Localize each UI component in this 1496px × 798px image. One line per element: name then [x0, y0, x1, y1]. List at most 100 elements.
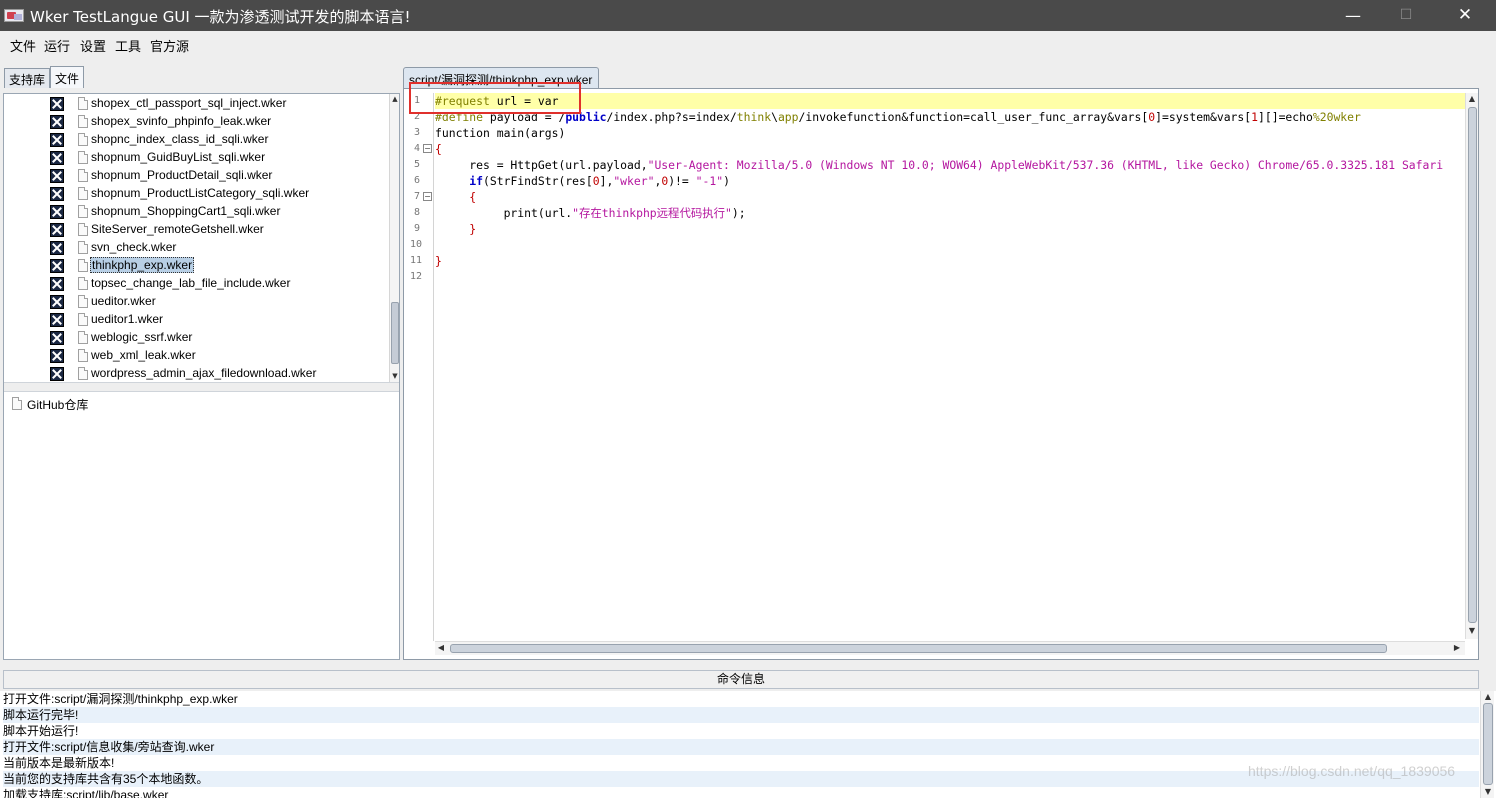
checkbox-checked-icon[interactable]	[50, 259, 64, 273]
menu-official-source[interactable]: 官方源	[150, 36, 189, 55]
tree-item[interactable]: svn_check.wker	[4, 239, 389, 257]
scroll-down-icon[interactable]: ▼	[1482, 786, 1494, 798]
tree-item-label[interactable]: thinkphp_exp.wker	[90, 257, 195, 273]
window-title: Wker TestLangue GUI 一款为渗透测试开发的脚本语言!	[30, 8, 411, 26]
file-icon	[78, 133, 88, 146]
scroll-up-icon[interactable]: ▲	[1466, 93, 1478, 105]
log-line: 脚本开始运行!	[3, 724, 79, 738]
tree-item-selected[interactable]: thinkphp_exp.wker	[4, 257, 389, 275]
tree-item[interactable]: shopnum_GuidBuyList_sqli.wker	[4, 149, 389, 167]
tree-item-label[interactable]: shopnum_ShoppingCart1_sqli.wker	[90, 204, 281, 218]
scroll-up-icon[interactable]: ▲	[390, 94, 399, 104]
checkbox-checked-icon[interactable]	[50, 223, 64, 237]
code-text: ][]=echo	[1258, 110, 1313, 124]
tree-item-label[interactable]: shopex_svinfo_phpinfo_leak.wker	[90, 114, 272, 128]
scroll-down-icon[interactable]: ▼	[390, 371, 399, 381]
editor-horizontal-scrollbar[interactable]: ◀ ▶	[435, 641, 1465, 655]
tree-item-label[interactable]: ueditor1.wker	[90, 312, 164, 326]
tab-support-library[interactable]: 支持库	[4, 68, 51, 88]
scroll-down-icon[interactable]: ▼	[1466, 625, 1478, 637]
editor-hscroll-thumb[interactable]	[450, 644, 1387, 653]
code-keyword: if	[469, 174, 484, 188]
code-text: /index.php?s=index/	[606, 110, 737, 124]
code-line-5: res = HttpGet(url.payload,"User-Agent: M…	[435, 157, 1443, 173]
tree-item[interactable]: topsec_change_lab_file_include.wker	[4, 275, 389, 293]
code-text: print(url.	[435, 206, 573, 220]
tree-item[interactable]: weblogic_ssrf.wker	[4, 329, 389, 347]
tree-item[interactable]: shopnc_index_class_id_sqli.wker	[4, 131, 389, 149]
tree-item-label[interactable]: shopnum_GuidBuyList_sqli.wker	[90, 150, 266, 164]
close-button[interactable]: ✕	[1442, 0, 1488, 31]
console-scroll-thumb[interactable]	[1483, 703, 1493, 785]
checkbox-checked-icon[interactable]	[50, 295, 64, 309]
checkbox-checked-icon[interactable]	[50, 241, 64, 255]
checkbox-checked-icon[interactable]	[50, 205, 64, 219]
code-area[interactable]: #request url = var #define payload = /pu…	[435, 93, 1466, 641]
tree-item-label[interactable]: shopex_ctl_passport_sql_inject.wker	[90, 96, 287, 110]
menu-tools[interactable]: 工具	[115, 36, 141, 55]
github-repo-label[interactable]: GitHub仓库	[27, 396, 88, 413]
split-divider[interactable]	[4, 382, 399, 392]
code-string: "存在thinkphp远程代码执行"	[572, 206, 732, 220]
tab-files[interactable]: 文件	[50, 66, 85, 88]
tree-item[interactable]: shopnum_ShoppingCart1_sqli.wker	[4, 203, 389, 221]
tree-item-label[interactable]: shopnum_ProductDetail_sqli.wker	[90, 168, 273, 182]
tree-scroll-thumb[interactable]	[391, 302, 399, 364]
editor-scroll-thumb[interactable]	[1468, 107, 1477, 623]
tree-item[interactable]: web_xml_leak.wker	[4, 347, 389, 365]
tree-item[interactable]: shopnum_ProductDetail_sqli.wker	[4, 167, 389, 185]
file-tree-panel: shopex_ctl_passport_sql_inject.wker shop…	[3, 93, 400, 660]
tree-item-label[interactable]: topsec_change_lab_file_include.wker	[90, 276, 291, 290]
checkbox-checked-icon[interactable]	[50, 349, 64, 363]
checkbox-checked-icon[interactable]	[50, 331, 64, 345]
tree-item[interactable]: SiteServer_remoteGetshell.wker	[4, 221, 389, 239]
file-icon	[78, 349, 88, 362]
file-icon	[78, 151, 88, 164]
tree-item-label[interactable]: web_xml_leak.wker	[90, 348, 197, 362]
minimize-button[interactable]: —	[1330, 0, 1376, 31]
tree-item[interactable]: ueditor.wker	[4, 293, 389, 311]
tree-item[interactable]: shopex_svinfo_phpinfo_leak.wker	[4, 113, 389, 131]
scroll-up-icon[interactable]: ▲	[1482, 691, 1494, 703]
line-number: 10	[410, 239, 423, 250]
tree-item-label[interactable]: SiteServer_remoteGetshell.wker	[90, 222, 265, 236]
tree-scrollbar[interactable]: ▲ ▼	[389, 94, 399, 382]
code-string: "-1"	[695, 174, 724, 188]
checkbox-checked-icon[interactable]	[50, 277, 64, 291]
fold-collapse-icon[interactable]: −	[423, 144, 432, 153]
tree-item[interactable]: wordpress_admin_ajax_filedownload.wker	[4, 365, 389, 382]
checkbox-checked-icon[interactable]	[50, 133, 64, 147]
code-line-11: }	[435, 254, 442, 268]
checkbox-checked-icon[interactable]	[50, 169, 64, 183]
tree-item[interactable]: shopex_ctl_passport_sql_inject.wker	[4, 95, 389, 113]
tree-item-label[interactable]: svn_check.wker	[90, 240, 177, 254]
menu-run[interactable]: 运行	[44, 36, 70, 55]
code-editor[interactable]: 1 2 3 4 − 5 6 7 − 8 9 10 11 12 #request …	[403, 88, 1479, 660]
tree-item-label[interactable]: shopnum_ProductListCategory_sqli.wker	[90, 186, 310, 200]
scroll-left-icon[interactable]: ◀	[435, 642, 447, 654]
checkbox-checked-icon[interactable]	[50, 115, 64, 129]
tree-item[interactable]: ueditor1.wker	[4, 311, 389, 329]
code-line-7: {	[435, 190, 477, 204]
checkbox-checked-icon[interactable]	[50, 187, 64, 201]
tree-item-label[interactable]: ueditor.wker	[90, 294, 157, 308]
scroll-right-icon[interactable]: ▶	[1451, 642, 1463, 654]
menu-settings[interactable]: 设置	[80, 36, 106, 55]
maximize-button[interactable]: ☐	[1383, 0, 1429, 31]
tree-item-label[interactable]: wordpress_admin_ajax_filedownload.wker	[90, 366, 317, 380]
tree-item-label[interactable]: shopnc_index_class_id_sqli.wker	[90, 132, 269, 146]
checkbox-checked-icon[interactable]	[50, 151, 64, 165]
checkbox-checked-icon[interactable]	[50, 97, 64, 111]
fold-collapse-icon[interactable]: −	[423, 192, 432, 201]
console-log[interactable]: 打开文件:script/漏洞探测/thinkphp_exp.wker 脚本运行完…	[0, 691, 1496, 798]
console-header: 命令信息	[3, 670, 1479, 689]
checkbox-checked-icon[interactable]	[50, 367, 64, 381]
checkbox-checked-icon[interactable]	[50, 313, 64, 327]
editor-vertical-scrollbar[interactable]: ▲ ▼	[1465, 93, 1478, 639]
tree-item-label[interactable]: weblogic_ssrf.wker	[90, 330, 193, 344]
menu-file[interactable]: 文件	[10, 36, 36, 55]
tree-item[interactable]: shopnum_ProductListCategory_sqli.wker	[4, 185, 389, 203]
file-icon	[78, 241, 88, 254]
console-scrollbar[interactable]: ▲ ▼	[1480, 691, 1494, 798]
code-line-9: }	[435, 222, 477, 236]
